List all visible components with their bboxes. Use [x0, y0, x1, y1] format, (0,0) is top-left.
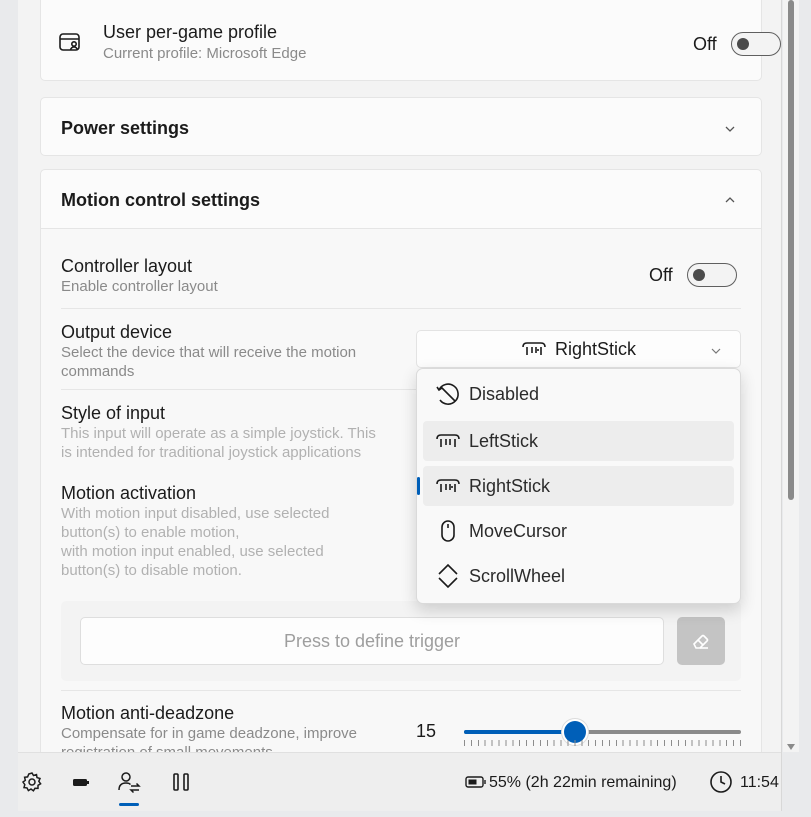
divider [61, 389, 416, 390]
rightstick-icon [435, 473, 461, 499]
bottom-bar: 55% (2h 22min remaining) 11:54 [18, 752, 781, 811]
scrollbar-thumb[interactable] [788, 0, 794, 500]
motion-activation-line-4: button(s) to disable motion. [61, 562, 242, 579]
output-device-dropdown: Disabled LeftStick RightStick MoveCursor… [416, 368, 741, 604]
anti-deadzone-title: Motion anti-deadzone [61, 703, 235, 723]
settings-scroll-area[interactable]: User per-game profile Current profile: M… [18, 0, 781, 752]
chevron-down-icon [724, 122, 736, 134]
dropdown-item-leftstick[interactable]: LeftStick [423, 421, 734, 461]
slider-fill [464, 730, 575, 734]
battery-status: 55% (2h 22min remaining) [489, 774, 677, 791]
power-settings-title: Power settings [61, 118, 190, 138]
pause-icon[interactable] [169, 770, 193, 794]
slider-ticks [464, 740, 741, 746]
per-game-profile-toggle-group: Off [693, 32, 781, 56]
scroll-arrows-icon [435, 563, 461, 589]
controller-layout-title: Controller layout [61, 256, 193, 276]
motion-activation-line-3: with motion input enabled, use selected [61, 543, 324, 560]
clear-trigger-button[interactable] [677, 617, 725, 665]
controller-layout-toggle-label: Off [649, 264, 673, 285]
clock-icon [709, 770, 733, 794]
anti-deadzone-subtitle-1: Compensate for in game deadzone, improve [61, 725, 358, 742]
dropdown-item-label: MoveCursor [469, 520, 568, 541]
output-device-subtitle-2: commands [61, 363, 135, 380]
dropdown-item-rightstick[interactable]: RightStick [417, 466, 734, 506]
anti-deadzone-subtitle-2: registration of small movements [61, 743, 273, 752]
motion-control-expander[interactable]: Motion control settings [40, 169, 762, 229]
output-device-subtitle-1: Select the device that will receive the … [61, 344, 357, 361]
anti-deadzone-slider[interactable] [464, 718, 741, 746]
output-device-selected: RightStick [554, 338, 637, 359]
disabled-icon [435, 381, 461, 407]
clock-time: 11:54 [740, 774, 779, 791]
dropdown-item-label: Disabled [469, 383, 540, 404]
divider [61, 308, 741, 309]
per-game-profile-toggle[interactable] [730, 32, 781, 56]
controller-layout-toggle-group: Off [649, 263, 737, 287]
dropdown-item-label: LeftStick [469, 430, 539, 451]
style-of-input-title: Style of input [61, 403, 166, 423]
dropdown-item-scrollwheel[interactable]: ScrollWheel [423, 556, 734, 596]
style-of-input-subtitle-1: This input will operate as a simple joys… [61, 425, 376, 442]
active-tab-indicator [119, 803, 139, 806]
motion-activation-line-1: With motion input disabled, use selected [61, 505, 330, 522]
rightstick-icon [521, 339, 547, 359]
mouse-icon [435, 518, 461, 544]
output-device-combobox[interactable]: RightStick [416, 330, 741, 368]
selection-indicator [417, 477, 420, 495]
chevron-down-icon [710, 344, 722, 356]
per-game-profile-card: User per-game profile Current profile: M… [40, 0, 781, 81]
anti-deadzone-value: 15 [416, 721, 437, 741]
motion-activation-title: Motion activation [61, 483, 197, 503]
controller-icon[interactable] [69, 770, 93, 794]
per-game-profile-subtitle: Current profile: Microsoft Edge [103, 45, 307, 62]
dropdown-item-disabled[interactable]: Disabled [423, 374, 734, 414]
power-settings-expander[interactable]: Power settings [40, 97, 762, 156]
scrollbar[interactable] [783, 0, 799, 752]
battery-icon [464, 770, 488, 794]
per-game-profile-toggle-label: Off [693, 33, 717, 54]
define-trigger-button[interactable]: Press to define trigger [80, 617, 664, 665]
eraser-icon [690, 630, 712, 652]
motion-activation-line-2: button(s) to enable motion, [61, 524, 240, 541]
motion-control-title: Motion control settings [61, 190, 260, 210]
output-device-title: Output device [61, 322, 173, 342]
dropdown-item-label: ScrollWheel [469, 565, 566, 586]
leftstick-icon [435, 428, 461, 454]
scroll-down-arrow-icon[interactable] [786, 738, 796, 756]
profile-switch-icon[interactable] [117, 770, 141, 794]
per-game-profile-title: User per-game profile [103, 22, 278, 42]
controller-layout-subtitle: Enable controller layout [61, 278, 218, 295]
dropdown-item-movecursor[interactable]: MoveCursor [423, 511, 734, 551]
chevron-up-icon [724, 193, 736, 205]
style-of-input-subtitle-2: is intended for traditional joystick app… [61, 444, 362, 461]
divider [61, 690, 741, 691]
window: User per-game profile Current profile: M… [18, 0, 782, 811]
controller-layout-toggle[interactable] [686, 263, 737, 287]
settings-gear-icon[interactable] [20, 770, 44, 794]
profile-icon [58, 30, 82, 54]
dropdown-item-label: RightStick [469, 475, 551, 496]
